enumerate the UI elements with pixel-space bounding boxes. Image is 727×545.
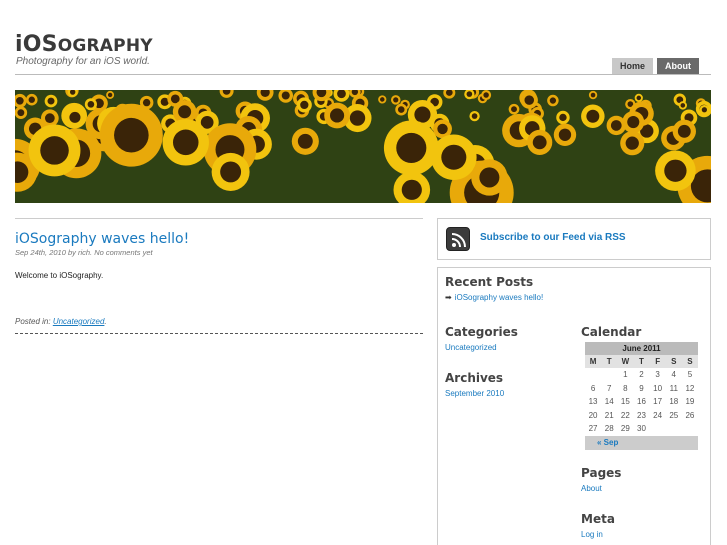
calendar-day: 20 [588, 410, 598, 420]
calendar-week: 20 21 22 23 24 25 26 [585, 409, 698, 423]
pages-about-link[interactable]: About [581, 484, 602, 493]
calendar-day: 10 [653, 383, 663, 393]
calendar-day: 2 [639, 370, 644, 380]
calendar-day [666, 422, 682, 436]
rss-subscribe-link[interactable]: Subscribe to our Feed via RSS [480, 232, 626, 243]
header-banner-image [15, 90, 711, 203]
site-title-big: iOS [15, 32, 58, 57]
calendar-day: 4 [671, 370, 676, 380]
calendar-day: 17 [653, 397, 663, 407]
calendar-day: 14 [604, 397, 614, 407]
calendar-week: 1 2 3 4 5 [585, 368, 698, 382]
calendar-week: 13 14 15 16 17 18 19 [585, 395, 698, 409]
calendar-day-header: T [633, 355, 650, 368]
calendar-day: 13 [588, 397, 598, 407]
calendar-day: 21 [604, 410, 614, 420]
calendar-day: 7 [606, 383, 612, 393]
nav-about[interactable]: About [657, 58, 699, 74]
post-footer-period: . [104, 317, 107, 326]
calendar-day: 6 [590, 383, 596, 393]
calendar-day: 9 [639, 383, 644, 393]
post-footer: Posted in: Uncategorized. [15, 317, 107, 326]
calendar-day [585, 368, 601, 382]
pages-heading: Pages [581, 466, 622, 480]
calendar-day: 16 [637, 397, 646, 407]
calendar-day: 12 [685, 383, 695, 393]
post-divider [15, 333, 423, 334]
rss-widget: Subscribe to our Feed via RSS [437, 218, 711, 260]
calendar-day [650, 422, 666, 436]
calendar-day: 11 [669, 383, 678, 393]
posted-in-label: Posted in: [15, 317, 51, 326]
calendar-day: 25 [669, 410, 679, 420]
post-meta: Sep 24th, 2010 by rich. No comments yet [15, 248, 153, 257]
arrow-right-icon: ➡ [445, 293, 452, 302]
header-divider [15, 74, 711, 75]
site-tagline: Photography for an iOS world. [16, 56, 150, 67]
calendar-day: 26 [685, 410, 695, 420]
calendar-day: 24 [653, 410, 663, 420]
archives-heading: Archives [445, 371, 504, 385]
site-title[interactable]: iOSOGRAPHY [15, 32, 153, 57]
calendar-day-header: W [617, 355, 634, 368]
recent-post-item[interactable]: ➡ iOSography waves hello! [445, 293, 543, 302]
calendar-prev-link[interactable]: « Sep [597, 438, 618, 447]
calendar-day: 18 [669, 397, 679, 407]
site-title-small: OGRAPHY [57, 36, 153, 56]
calendar-day-header: T [601, 355, 618, 368]
calendar-day [682, 422, 698, 436]
calendar-day: 23 [637, 410, 646, 420]
calendar-heading: Calendar [581, 325, 642, 339]
calendar-day: 27 [588, 424, 598, 434]
post-top-border [15, 218, 423, 219]
calendar-week: 27 28 29 30 [585, 422, 698, 436]
calendar-week: 6 7 8 9 10 11 12 [585, 382, 698, 396]
post-category-link[interactable]: Uncategorized [53, 317, 105, 326]
post-title[interactable]: iOSography waves hello! [15, 231, 189, 247]
recent-posts-heading: Recent Posts [445, 275, 534, 289]
calendar-table: June 2011 MTWTFSS 1 2 3 4 5 6 7 8 9 10 11 12 13 14 15 1… [585, 342, 698, 450]
rss-icon[interactable] [446, 227, 470, 251]
recent-post-link[interactable]: iOSography waves hello! [455, 293, 544, 302]
calendar-day: 1 [623, 370, 628, 380]
nav-home[interactable]: Home [611, 58, 653, 74]
calendar-day: 15 [620, 397, 630, 407]
calendar-day: 3 [655, 370, 660, 380]
calendar-day: 19 [685, 397, 695, 407]
login-link[interactable]: Log in [581, 530, 603, 539]
calendar-day: 8 [623, 383, 628, 393]
calendar-day: 22 [620, 410, 630, 420]
calendar-day-header: F [649, 355, 666, 368]
categories-heading: Categories [445, 325, 518, 339]
post-body: Welcome to iOSography. [15, 271, 104, 280]
calendar-day: 5 [687, 370, 693, 380]
calendar-day [601, 368, 617, 382]
meta-heading: Meta [581, 512, 615, 526]
main-nav: Home About [611, 58, 699, 74]
calendar-day-header: S [665, 355, 682, 368]
calendar-day: 30 [637, 424, 646, 434]
calendar-caption: June 2011 [585, 342, 698, 355]
calendar-day: 29 [620, 424, 630, 434]
calendar-day: 28 [604, 424, 614, 434]
category-link[interactable]: Uncategorized [445, 343, 497, 352]
calendar-day-header: S [681, 355, 698, 368]
archive-link[interactable]: September 2010 [445, 389, 504, 398]
calendar-day-header: M [585, 355, 602, 368]
